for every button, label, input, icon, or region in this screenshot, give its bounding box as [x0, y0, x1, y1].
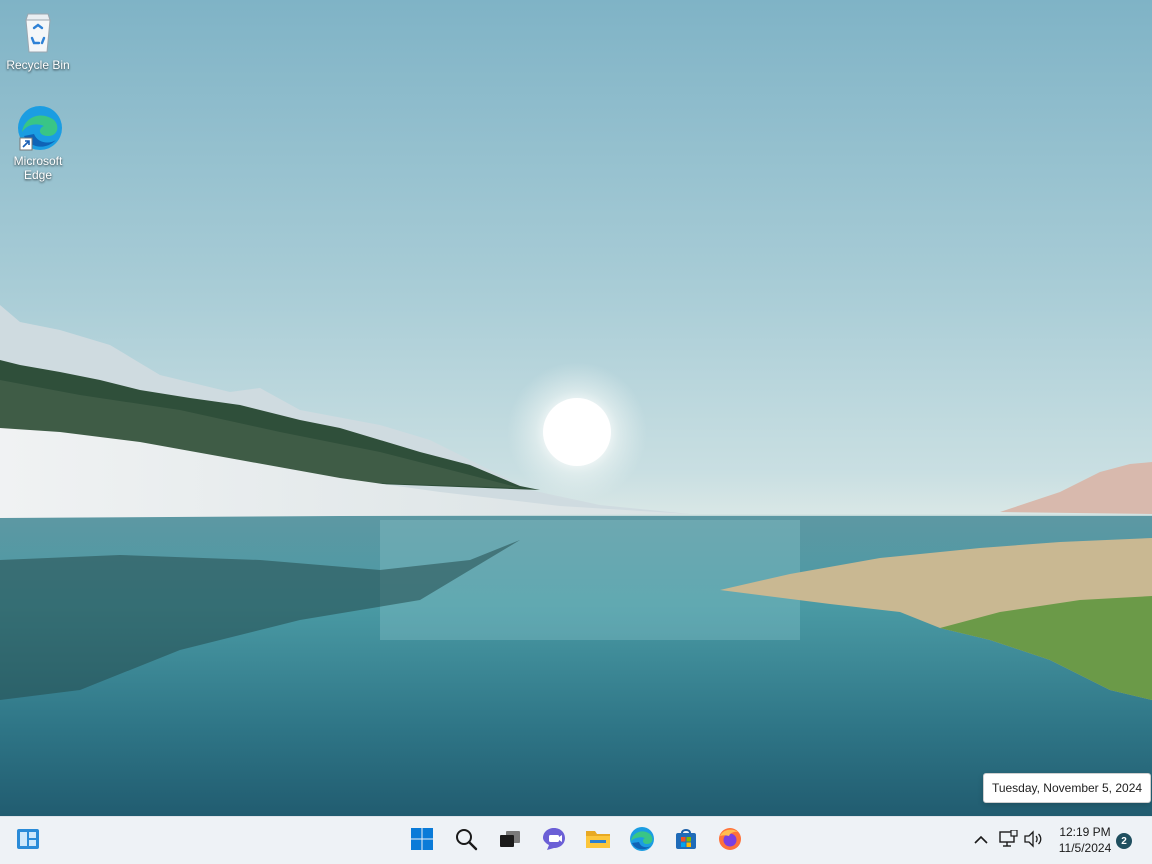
date-tooltip-text: Tuesday, November 5, 2024: [991, 781, 1143, 795]
firefox-icon: [717, 826, 743, 857]
show-hidden-icons-button[interactable]: [969, 829, 993, 853]
widgets-icon: [15, 826, 41, 857]
search-button[interactable]: [446, 821, 486, 861]
recycle-bin-desktop-icon[interactable]: Recycle Bin: [4, 8, 72, 72]
volume-icon: [1023, 829, 1043, 853]
edge-taskbar-button[interactable]: [622, 821, 662, 861]
edge-icon: [14, 104, 62, 152]
task-view-button[interactable]: [490, 821, 530, 861]
network-button[interactable]: [996, 828, 1020, 853]
microsoft-edge-label: Microsoft Edge: [13, 154, 63, 182]
teams-chat-icon: [541, 826, 567, 857]
recycle-bin-label: Recycle Bin: [6, 58, 70, 72]
chevron-up-icon: [974, 832, 988, 850]
date-tooltip: Tuesday, November 5, 2024: [983, 773, 1151, 803]
windows-logo-icon: [410, 827, 434, 856]
firefox-button[interactable]: [710, 821, 750, 861]
widgets-button[interactable]: [8, 821, 48, 861]
file-explorer-button[interactable]: [578, 821, 618, 861]
desktop: Recycle Bin Microsoft Edge Tuesday, Nove…: [0, 0, 1152, 816]
notification-count: 2: [1121, 835, 1127, 847]
recycle-bin-icon: [14, 8, 62, 56]
folder-icon: [585, 827, 611, 856]
microsoft-edge-desktop-icon[interactable]: Microsoft Edge: [4, 104, 72, 182]
notification-badge[interactable]: 2: [1116, 833, 1132, 849]
edge-icon: [629, 826, 655, 857]
start-button[interactable]: [402, 821, 442, 861]
clock-button[interactable]: 12:19 PM 11/5/2024: [1052, 824, 1118, 856]
search-icon: [454, 827, 478, 856]
task-view-icon: [498, 827, 522, 856]
clock-time: 12:19 PM: [1059, 825, 1111, 839]
chat-button[interactable]: [534, 821, 574, 861]
volume-button[interactable]: [1021, 829, 1045, 853]
network-icon: [998, 828, 1018, 853]
clock-date: 11/5/2024: [1058, 841, 1112, 855]
store-button[interactable]: [666, 821, 706, 861]
taskbar: 12:19 PM 11/5/2024 2: [0, 816, 1152, 864]
wallpaper-landscape: [0, 305, 1152, 816]
store-icon: [674, 827, 698, 856]
